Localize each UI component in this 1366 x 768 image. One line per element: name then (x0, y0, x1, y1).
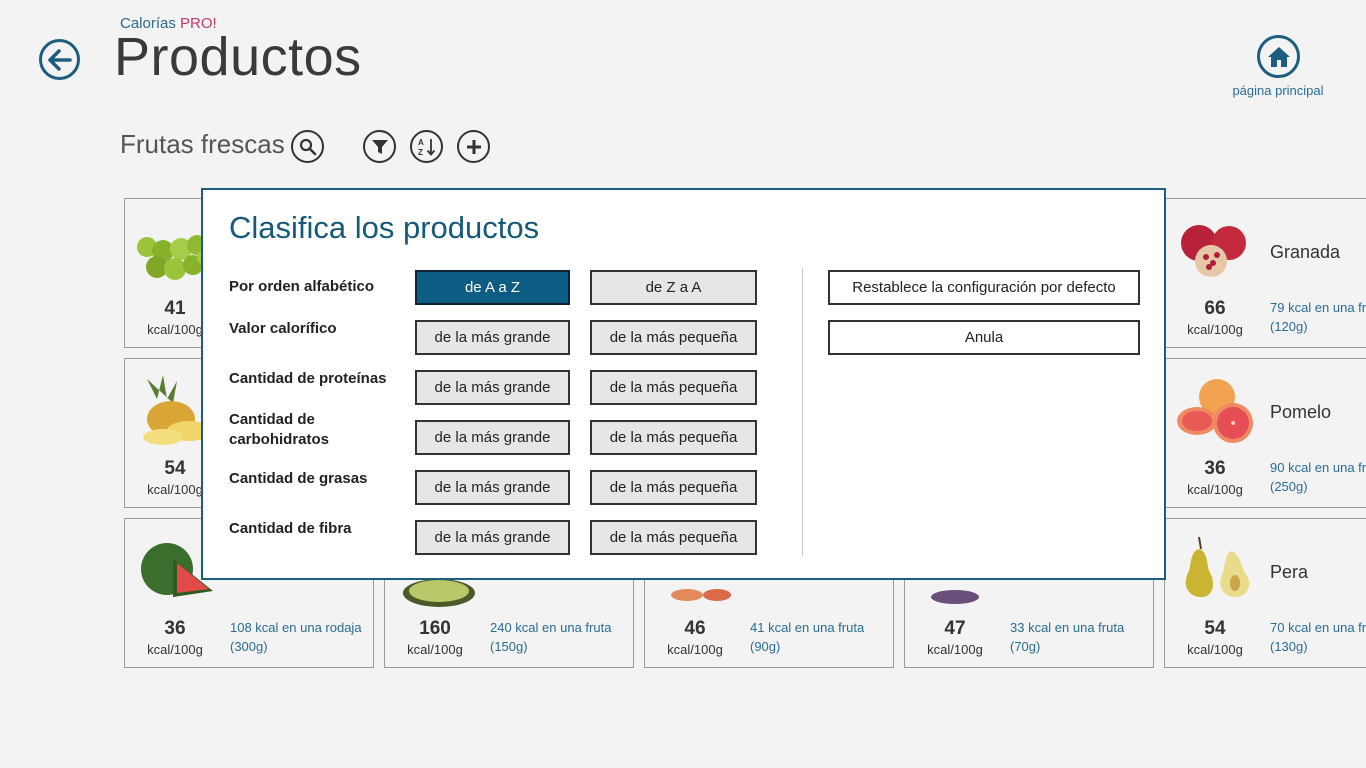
kcal-unit: kcal/100g (1187, 482, 1243, 497)
sort-label-fat: Cantidad de grasas (229, 470, 368, 487)
add-button[interactable] (457, 130, 490, 163)
portion-kcal: 33 kcal en una fruta (1010, 620, 1125, 635)
home-button[interactable] (1257, 35, 1300, 78)
sort-fat-asc-button[interactable]: de la más pequeña (590, 470, 757, 505)
kcal-value: 54 (1204, 618, 1226, 639)
product-card[interactable]: Granada 66 kcal/100g 79 kcal en una frut… (1164, 198, 1366, 348)
portion-weight: (150g) (490, 639, 528, 654)
pomegranate-image (1181, 225, 1246, 277)
sort-fat-desc-button[interactable]: de la más grande (415, 470, 570, 505)
kcal-value: 36 (1204, 458, 1226, 479)
sort-a-to-z-button[interactable]: de A a Z (415, 270, 570, 305)
sort-calories-desc-button[interactable]: de la más grande (415, 320, 570, 355)
filter-button[interactable] (363, 130, 396, 163)
kcal-unit: kcal/100g (1187, 322, 1243, 337)
portion-info: 240 kcal en una fruta (150g) (490, 618, 635, 656)
portion-info: 79 kcal en una fruta (120g) (1270, 298, 1366, 336)
sort-carbs-asc-button[interactable]: de la más pequeña (590, 420, 757, 455)
kcal-value: 47 (944, 618, 966, 639)
portion-info: 33 kcal en una fruta (70g) (1010, 618, 1155, 656)
sort-calories-asc-button[interactable]: de la más pequeña (590, 320, 757, 355)
sort-z-to-a-button[interactable]: de Z a A (590, 270, 757, 305)
sort-fiber-asc-button[interactable]: de la más pequeña (590, 520, 757, 555)
portion-weight: (90g) (750, 639, 781, 654)
portion-weight: (130g) (1270, 639, 1308, 654)
kcal-value: 36 (164, 618, 186, 639)
sort-fiber-desc-button[interactable]: de la más grande (415, 520, 570, 555)
portion-info: 108 kcal en una rodaja (300g) (230, 618, 375, 656)
kcal-value: 160 (419, 618, 451, 639)
add-icon (466, 139, 481, 154)
svg-text:A: A (418, 138, 424, 147)
kcal-value: 66 (1204, 298, 1226, 319)
home-icon (1267, 46, 1290, 67)
product-card[interactable]: Pera 54 kcal/100g 70 kcal en una fruta (… (1164, 518, 1366, 668)
portion-weight: (250g) (1270, 479, 1308, 494)
kcal-value: 46 (684, 618, 706, 639)
portion-info: 70 kcal en una fruta (130g) (1270, 618, 1366, 656)
sort-label-carbs: Cantidad de carbohidratos (229, 411, 330, 448)
sort-label-fiber: Cantidad de fibra (229, 520, 352, 537)
arrow-left-icon (47, 48, 72, 71)
sort-protein-asc-button[interactable]: de la más pequeña (590, 370, 757, 405)
portion-kcal: 240 kcal en una fruta (490, 620, 612, 635)
filter-icon (371, 139, 388, 154)
product-name: Pomelo (1270, 402, 1332, 422)
search-icon (299, 138, 316, 155)
reset-defaults-button[interactable]: Restablece la configuración por defecto (828, 270, 1140, 305)
dialog-divider (802, 268, 803, 556)
sort-protein-desc-button[interactable]: de la más grande (415, 370, 570, 405)
category-title: Frutas frescas (120, 129, 285, 159)
product-name: Pera (1270, 562, 1309, 582)
product-card[interactable]: Pomelo 36 kcal/100g 90 kcal en una fruta… (1164, 358, 1366, 508)
search-button[interactable] (291, 130, 324, 163)
portion-weight: (300g) (230, 639, 268, 654)
portion-info: 90 kcal en una fruta (250g) (1270, 458, 1366, 496)
page-title: Productos (114, 27, 362, 87)
sort-button[interactable]: A Z (410, 130, 443, 163)
kcal-unit: kcal/100g (407, 642, 463, 657)
sort-dialog: Clasifica los productos Por orden alfabé… (201, 188, 1166, 580)
pear-image (1185, 536, 1250, 598)
kcal-unit: kcal/100g (927, 642, 983, 657)
portion-weight: (120g) (1270, 319, 1308, 334)
portion-kcal: 41 kcal en una fruta (750, 620, 865, 635)
portion-kcal: 108 kcal en una rodaja (230, 620, 362, 635)
dialog-title: Clasifica los productos (229, 210, 540, 245)
portion-info: 41 kcal en una fruta (90g) (750, 618, 895, 656)
portion-kcal: 90 kcal en una fruta (1270, 460, 1366, 475)
portion-kcal: 79 kcal en una fruta (1270, 300, 1366, 315)
kcal-unit: kcal/100g (667, 642, 723, 657)
svg-text:Z: Z (418, 148, 423, 157)
sort-label-alphabetical: Por orden alfabético (229, 278, 375, 295)
portion-kcal: 70 kcal en una fruta (1270, 620, 1366, 635)
back-button[interactable] (39, 39, 80, 80)
kcal-unit: kcal/100g (147, 642, 203, 657)
product-name: Granada (1270, 242, 1341, 262)
sort-label-calories: Valor calorífico (229, 320, 337, 337)
grapefruit-image (1177, 379, 1253, 443)
sort-az-icon: A Z (418, 138, 435, 157)
portion-weight: (70g) (1010, 639, 1041, 654)
cancel-button[interactable]: Anula (828, 320, 1140, 355)
home-label[interactable]: página principal (1226, 83, 1330, 98)
sort-label-protein: Cantidad de proteínas (229, 370, 387, 387)
sort-carbs-desc-button[interactable]: de la más grande (415, 420, 570, 455)
kcal-unit: kcal/100g (1187, 642, 1243, 657)
